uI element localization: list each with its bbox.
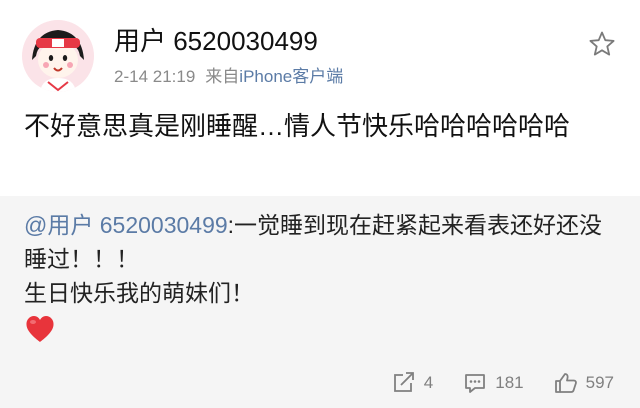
thumbs-up-icon [554,373,577,393]
action-bar: 4 181 597 [362,370,614,396]
post-text: 不好意思真是刚睡醒…情人节快乐哈哈哈哈哈哈 [24,111,571,141]
comment-icon [465,374,486,393]
comment-button[interactable]: 181 [463,372,524,394]
retweet-mention[interactable]: @用户 6520030499 [24,212,228,238]
post-meta: 2-14 21:19 来自iPhone客户端 [114,66,343,88]
source-prefix: 来自 [205,67,240,86]
like-button[interactable]: 597 [554,372,614,394]
comment-count: 181 [495,373,524,392]
avatar[interactable] [22,20,94,92]
repost-icon [393,372,414,392]
like-count: 597 [585,373,614,392]
username[interactable]: 用户 6520030499 [114,26,318,56]
source-link[interactable]: iPhone客户端 [239,67,343,86]
repost-count: 4 [423,373,434,392]
retweet-block[interactable]: @用户 6520030499:一觉睡到现在赶紧起来看表还好还没睡过！！！ 生日快… [24,208,620,344]
star-outline-icon[interactable] [588,30,616,58]
post-card: 用户 6520030499 2-14 21:19 来自iPhone客户端 不好意思… [0,0,640,196]
heart-icon [26,316,54,342]
repost-button[interactable]: 4 [392,372,433,394]
timestamp: 2-14 21:19 [114,67,196,86]
avatar-image [22,20,94,92]
